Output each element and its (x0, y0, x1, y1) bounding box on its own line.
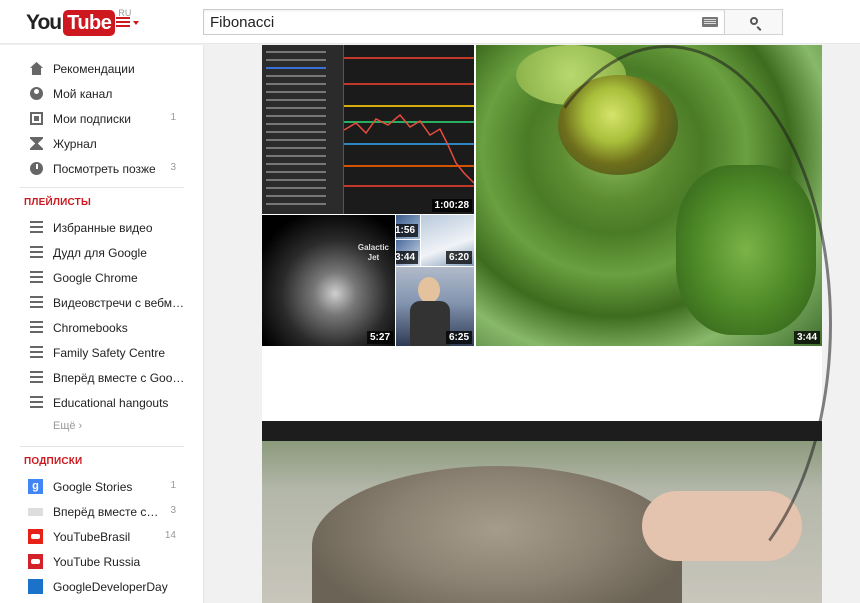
subscription-label: YouTubeBrasil (53, 530, 131, 544)
sidebar-item-label: Посмотреть позже (53, 162, 156, 176)
video-duration: 5:27 (366, 331, 393, 344)
sidebar-item-label: Мой канал (53, 87, 113, 101)
playlist-icon (30, 271, 43, 283)
video-thumbnail-dragonfly[interactable]: 3:44 (476, 45, 822, 346)
divider (20, 187, 184, 188)
video-thumbnail-presenter[interactable]: 6:25 (396, 267, 474, 346)
hamburger-icon (116, 17, 130, 19)
compound-eye-image (558, 75, 678, 175)
playlist-item[interactable]: Google Chrome (0, 265, 204, 290)
youtube-brasil-icon (28, 529, 43, 544)
search-button[interactable] (724, 9, 783, 35)
user-icon (30, 87, 43, 100)
playlist-icon (30, 396, 43, 408)
playlist-icon (30, 321, 43, 333)
video-thumbnail-galactic-jet[interactable]: Galactic Jet 5:27 (262, 215, 395, 346)
playlist-item[interactable]: Видеовстречи с вебм… (0, 290, 204, 315)
video-duration: 6:25 (445, 331, 472, 344)
history-icon (30, 137, 43, 150)
gdd-icon (28, 579, 43, 594)
video-thumbnail-small[interactable]: 1:56 (396, 215, 420, 239)
video-thumbnail-chart[interactable]: 1:00:28 (262, 45, 474, 214)
video-grid: 1:00:28 Galactic Jet 5:27 1:56 3:44 6:20… (262, 45, 832, 603)
sidebar-item-label: Мои подписки (53, 112, 131, 126)
sidebar-item-recommended[interactable]: Рекомендации (0, 56, 204, 81)
video-duration: 6:20 (445, 251, 472, 264)
youtube-russia-icon (28, 554, 43, 569)
subscription-label: YouTube Russia (53, 555, 141, 569)
video-duration: 1:56 (396, 224, 418, 237)
sidebar-item-label: Журнал (53, 137, 97, 151)
playlist-item[interactable]: Educational hangouts (0, 390, 204, 415)
channel-logo-icon (28, 508, 43, 516)
subscription-item[interactable]: GoogleDeveloperDay (0, 574, 204, 599)
playlist-icon (30, 296, 43, 308)
playlist-label: Chromebooks (53, 321, 128, 335)
search-box (203, 9, 725, 35)
playlist-icon (30, 221, 43, 233)
video-duration: 3:44 (793, 331, 820, 344)
search-input[interactable] (204, 10, 684, 34)
playlist-item[interactable]: Дудл для Google (0, 240, 204, 265)
playlist-icon (30, 371, 43, 383)
logo-you-text: You (26, 11, 62, 34)
video-thumbnail-small[interactable]: 6:20 (421, 215, 474, 266)
search-icon (750, 17, 758, 25)
item-count: 1 (170, 112, 176, 123)
video-duration: 3:44 (396, 251, 418, 264)
subscriptions-icon (30, 112, 43, 125)
sidebar-item-watch-later[interactable]: Посмотреть позже 3 (0, 156, 204, 181)
playlist-label: Избранные видео (53, 221, 153, 235)
playlist-icon (30, 346, 43, 358)
sidebar-item-history[interactable]: Журнал (0, 131, 204, 156)
subscription-item[interactable]: YouTubeBrasil 14 (0, 524, 204, 549)
context-menu-image (262, 45, 344, 214)
playlist-label: Дудл для Google (53, 246, 147, 260)
item-count: 3 (170, 162, 176, 173)
google-icon: g (28, 479, 43, 494)
playlists-heading[interactable]: ПЛЕЙЛИСТЫ (24, 197, 91, 208)
sidebar-item-my-channel[interactable]: Мой канал (0, 81, 204, 106)
keyboard-icon[interactable] (702, 17, 718, 27)
playlist-item[interactable]: Chromebooks (0, 315, 204, 340)
logo-tube-text: Tube (63, 10, 116, 36)
thumbnail-overlay-text: Galactic Jet (357, 243, 389, 262)
subscription-item[interactable]: Вперёд вместе с… 3 (0, 499, 204, 524)
item-count: 3 (170, 505, 176, 516)
playlist-item[interactable]: Избранные видео (0, 215, 204, 240)
playlist-label: Educational hangouts (53, 396, 169, 410)
playlist-label: Family Safety Centre (53, 346, 166, 360)
playlist-label: Вперёд вместе с Goo… (53, 371, 185, 385)
playlist-icon (30, 246, 43, 258)
video-thumbnail-brain-fossil[interactable] (262, 421, 822, 603)
video-duration: 1:00:28 (431, 199, 472, 212)
guide-menu-button[interactable] (116, 14, 140, 30)
playlist-label: Google Chrome (53, 271, 138, 285)
subscription-item[interactable]: g Google Stories 1 (0, 474, 204, 499)
home-icon (30, 62, 43, 75)
subscription-item[interactable]: YouTube Russia (0, 549, 204, 574)
subscription-label: GoogleDeveloperDay (53, 580, 168, 594)
video-thumbnail-small[interactable]: 3:44 (396, 240, 420, 266)
divider (20, 446, 184, 447)
price-line (344, 113, 474, 184)
clock-icon (30, 162, 43, 175)
guide-sidebar: Рекомендации Мой канал Мои подписки 1 Жу… (0, 45, 204, 603)
chevron-down-icon (133, 21, 139, 25)
subscriptions-heading[interactable]: ПОДПИСКИ (24, 456, 82, 467)
sidebar-item-label: Рекомендации (53, 62, 135, 76)
sidebar-item-subscriptions[interactable]: Мои подписки 1 (0, 106, 204, 131)
playlist-item[interactable]: Family Safety Centre (0, 340, 204, 365)
subscription-label: Вперёд вместе с… (53, 505, 159, 519)
playlist-label: Видеовстречи с вебм… (53, 296, 185, 310)
playlist-item[interactable]: Вперёд вместе с Goo… (0, 365, 204, 390)
item-count: 14 (164, 530, 176, 541)
more-playlists-link[interactable]: Ещё › (53, 420, 82, 432)
item-count: 1 (170, 480, 176, 491)
subscription-label: Google Stories (53, 480, 133, 494)
masthead: You Tube RU (0, 0, 860, 44)
